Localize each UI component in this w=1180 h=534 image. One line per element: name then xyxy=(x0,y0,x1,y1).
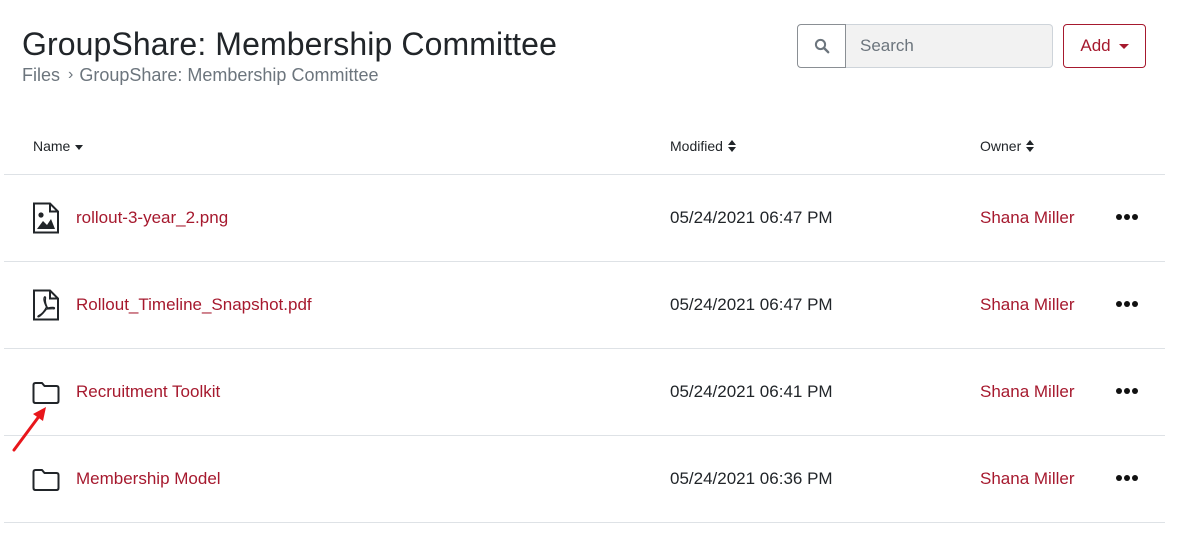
image-file-icon xyxy=(33,202,59,234)
more-actions-button[interactable] xyxy=(1114,298,1140,310)
modified-date: 05/24/2021 06:36 PM xyxy=(670,469,833,488)
annotation-arrow xyxy=(12,407,46,452)
file-link[interactable]: rollout-3-year_2.png xyxy=(76,208,228,228)
breadcrumb-files[interactable]: Files xyxy=(22,65,60,86)
table-row: Rollout_Timeline_Snapshot.pdf 05/24/2021… xyxy=(4,262,1165,349)
caret-down-icon xyxy=(1118,43,1129,49)
file-link[interactable]: Rollout_Timeline_Snapshot.pdf xyxy=(76,295,312,315)
modified-date: 05/24/2021 06:47 PM xyxy=(670,295,833,314)
table-header: Name Modified Owner xyxy=(4,118,1165,175)
more-actions-button[interactable] xyxy=(1114,385,1140,397)
column-header-modified[interactable]: Modified xyxy=(670,138,736,154)
folder-icon xyxy=(32,469,60,491)
page-title: GroupShare: Membership Committee xyxy=(22,26,557,62)
modified-date: 05/24/2021 06:41 PM xyxy=(670,382,833,401)
column-label-owner: Owner xyxy=(980,138,1022,154)
modified-date: 05/24/2021 06:47 PM xyxy=(670,208,833,227)
column-label-name: Name xyxy=(33,138,71,154)
owner-link[interactable]: Shana Miller xyxy=(980,469,1075,489)
search-button[interactable] xyxy=(797,24,846,68)
sort-descending-icon xyxy=(75,145,84,150)
search-icon xyxy=(814,38,829,54)
folder-link[interactable]: Recruitment Toolkit xyxy=(76,382,220,402)
files-table: Name Modified Owner rollout-3-year_2.png… xyxy=(4,118,1165,523)
folder-link[interactable]: Membership Model xyxy=(76,469,221,489)
owner-link[interactable]: Shana Miller xyxy=(980,382,1075,402)
breadcrumb-current: GroupShare: Membership Committee xyxy=(79,65,379,85)
add-button[interactable]: Add xyxy=(1063,24,1146,68)
owner-link[interactable]: Shana Miller xyxy=(980,295,1075,315)
sort-icon xyxy=(727,140,736,152)
search-input[interactable] xyxy=(846,24,1053,68)
table-row: Recruitment Toolkit 05/24/2021 06:41 PM … xyxy=(4,349,1165,436)
add-button-label: Add xyxy=(1080,36,1111,55)
column-header-name[interactable]: Name xyxy=(33,138,84,154)
column-header-owner[interactable]: Owner xyxy=(980,138,1035,154)
pdf-file-icon xyxy=(33,289,59,321)
search-group xyxy=(797,24,1053,68)
breadcrumb-separator: › xyxy=(68,65,74,83)
column-label-modified: Modified xyxy=(670,138,723,154)
owner-link[interactable]: Shana Miller xyxy=(980,208,1075,228)
breadcrumb: Files › GroupShare: Membership Committee xyxy=(22,65,378,86)
more-actions-button[interactable] xyxy=(1114,472,1140,484)
table-row: rollout-3-year_2.png 05/24/2021 06:47 PM… xyxy=(4,175,1165,262)
sort-icon xyxy=(1026,140,1035,152)
table-row: Membership Model 05/24/2021 06:36 PM Sha… xyxy=(4,436,1165,523)
more-actions-button[interactable] xyxy=(1114,211,1140,223)
